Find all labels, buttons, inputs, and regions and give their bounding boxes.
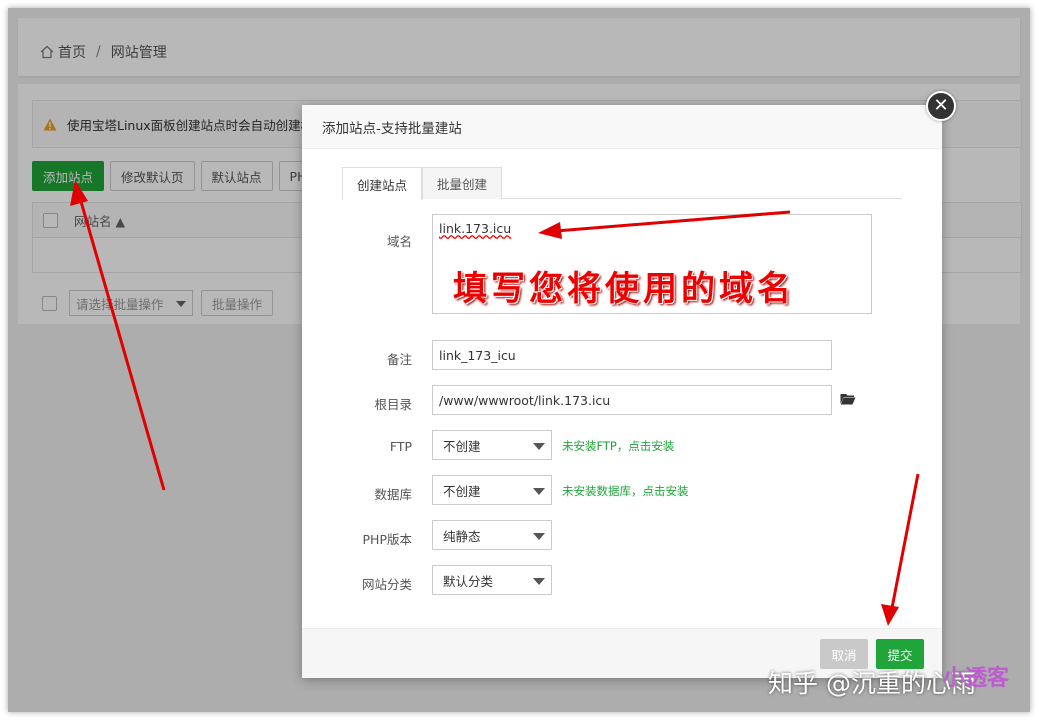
arrow-to-submit xyxy=(881,473,920,626)
annotation-arrows xyxy=(70,180,920,626)
watermark-logo: 小透客 xyxy=(943,666,1010,691)
arrow-to-domain xyxy=(538,210,791,239)
browser-frame: 首页 / 网站管理 使用宝塔Linux面板创建站点时会自动创建权 添加站点 修改… xyxy=(8,8,1030,712)
arrow-to-add-site xyxy=(70,180,166,491)
